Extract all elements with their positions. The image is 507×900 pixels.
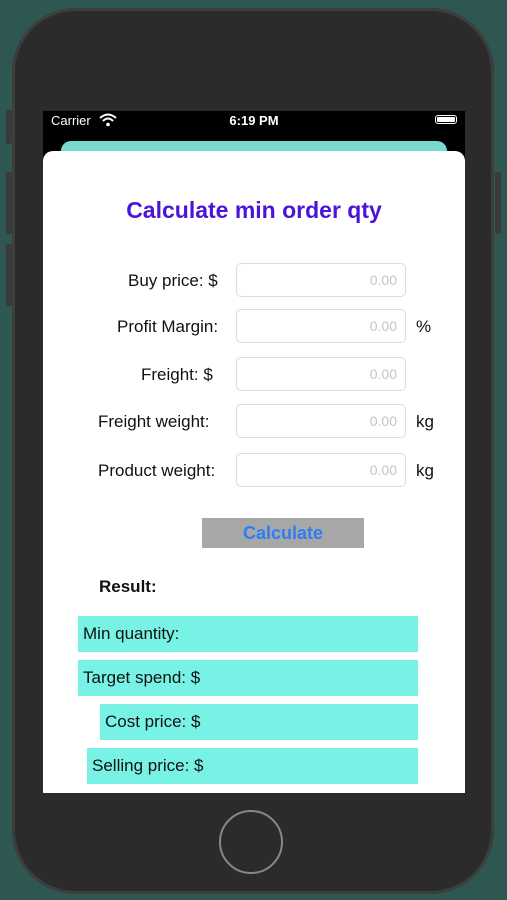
calculate-button[interactable]: Calculate [202,518,364,548]
power-button [495,172,501,234]
volume-up-button [6,172,12,234]
volume-down-button [6,244,12,306]
home-button[interactable] [219,810,283,874]
calculator-sheet: Calculate min order qty Buy price: $ Pro… [43,151,465,793]
app-screen: Carrier 6:19 PM Calculate min order qty … [43,111,465,793]
product-weight-unit: kg [416,461,434,480]
page-title: Calculate min order qty [126,197,382,223]
profit-margin-input[interactable] [236,309,406,343]
battery-icon [435,115,457,124]
status-bar: Carrier 6:19 PM [43,111,465,131]
product-weight-label: Product weight: [98,461,216,480]
silent-switch [6,110,12,144]
cost-price-result: Cost price: $ [100,704,418,740]
freight-weight-unit: kg [416,412,434,431]
result-heading: Result: [99,577,157,596]
product-weight-input[interactable] [236,453,406,487]
profit-margin-label: Profit Margin: [117,317,219,336]
buy-price-label: Buy price: $ [128,271,218,290]
freight-label: Freight: $ [141,365,213,384]
freight-weight-label: Freight weight: [98,412,210,431]
selling-price-result: Selling price: $ [87,748,418,784]
clock: 6:19 PM [229,113,279,128]
freight-input[interactable] [236,357,406,391]
percent-unit: % [416,317,432,336]
buy-price-input[interactable] [236,263,406,297]
target-spend-result: Target spend: $ [78,660,418,696]
freight-weight-input[interactable] [236,404,406,438]
min-quantity-result: Min quantity: [78,616,418,652]
